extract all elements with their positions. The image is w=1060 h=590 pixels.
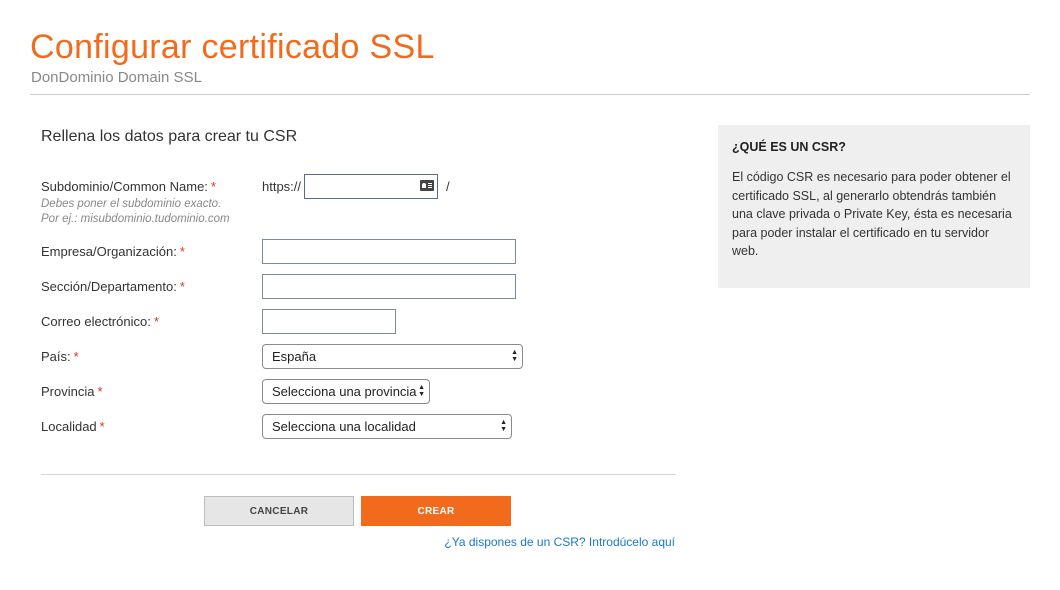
localidad-selected-value: Selecciona una localidad <box>272 419 416 434</box>
required-marker: * <box>179 244 185 259</box>
page-title: Configurar certificado SSL <box>30 28 435 66</box>
form-heading: Rellena los datos para crear tu CSR <box>41 128 298 145</box>
seccion-label: Sección/Departamento: * <box>41 279 185 294</box>
contact-card-icon[interactable] <box>420 180 434 191</box>
existing-csr-link[interactable]: ¿Ya dispones de un CSR? Introdúcelo aquí <box>444 535 675 549</box>
provincia-select[interactable]: Selecciona una provincia ▲ ▼ <box>262 379 430 404</box>
empresa-input[interactable] <box>262 239 516 264</box>
pais-label: País: * <box>41 349 79 364</box>
csr-info-body: El código CSR es necesario para poder ob… <box>732 170 1012 258</box>
localidad-select[interactable]: Selecciona una localidad ▲ ▼ <box>262 414 512 439</box>
pais-select[interactable]: España ▲ ▼ <box>262 344 523 369</box>
subdomain-hint: Debes poner el subdominio exacto. <box>41 198 222 210</box>
pais-selected-value: España <box>272 349 317 364</box>
provincia-label: Provincia * <box>41 384 103 399</box>
empresa-label: Empresa/Organización: * <box>41 244 185 259</box>
cancel-button[interactable]: CANCELAR <box>204 496 354 526</box>
url-prefix: https:// <box>262 179 302 194</box>
required-marker: * <box>210 179 216 194</box>
select-arrows-icon: ▲ ▼ <box>500 419 507 433</box>
page-subtitle: DonDominio Domain SSL <box>31 69 202 86</box>
required-marker: * <box>179 279 185 294</box>
required-marker: * <box>73 349 79 364</box>
subdomain-example: Por ej.: misubdominio.tudominio.com <box>41 213 230 225</box>
subdomain-label: Subdominio/Common Name: * <box>41 179 216 194</box>
seccion-input[interactable] <box>262 274 516 299</box>
localidad-label: Localidad * <box>41 419 105 434</box>
provincia-selected-value: Selecciona una provincia <box>272 384 417 399</box>
url-suffix: / <box>446 179 450 194</box>
csr-info-panel: ¿QUÉ ES UN CSR? El código CSR es necesar… <box>718 125 1030 288</box>
header-divider <box>30 94 1030 95</box>
select-arrows-icon: ▲ ▼ <box>418 384 425 398</box>
required-marker: * <box>153 314 159 329</box>
correo-input[interactable] <box>262 309 396 334</box>
select-arrows-icon: ▲ ▼ <box>511 349 518 363</box>
required-marker: * <box>99 419 105 434</box>
csr-info-title: ¿QUÉ ES UN CSR? <box>732 140 846 154</box>
subdomain-field[interactable] <box>304 174 438 199</box>
required-marker: * <box>97 384 103 399</box>
create-button[interactable]: CREAR <box>361 496 511 526</box>
subdomain-input[interactable] <box>305 175 421 196</box>
correo-label: Correo electrónico: * <box>41 314 159 329</box>
form-divider <box>41 474 676 475</box>
